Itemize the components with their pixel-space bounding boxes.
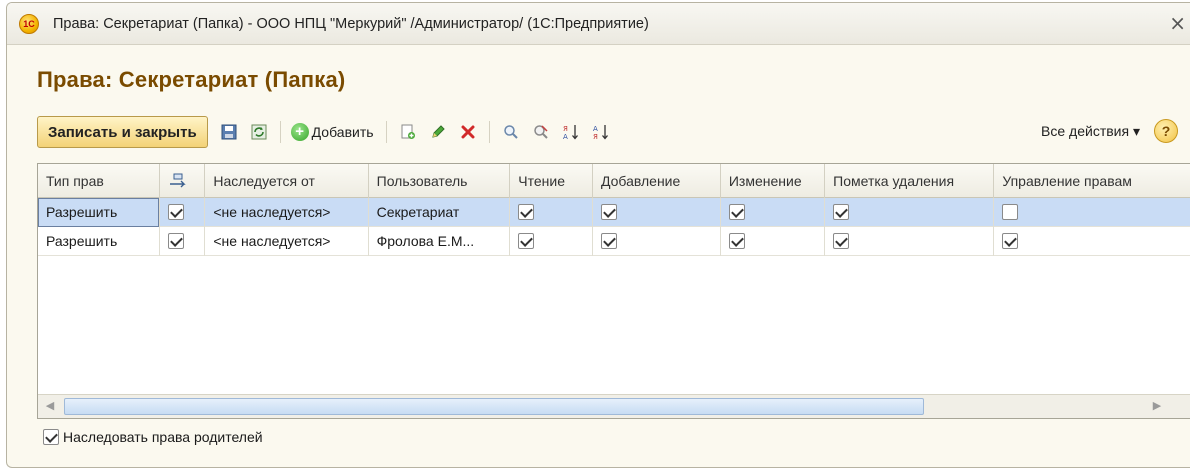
app-logo-icon: 1С <box>19 13 39 34</box>
manage-rights-cell <box>994 227 1190 256</box>
table-row[interactable]: Разрешить <не наследуется> Фролова Е.М... <box>38 227 1190 256</box>
user-cell[interactable]: Фролова Е.М... <box>369 227 511 256</box>
svg-text:Я: Я <box>563 125 568 133</box>
inherited-from-cell[interactable]: <не наследуется> <box>205 198 369 227</box>
column-header-change[interactable]: Изменение <box>721 164 826 198</box>
manage-rights-cell <box>994 198 1190 227</box>
command-bar: Записать и закрыть + Добавить Я А А Я Вс… <box>37 115 1190 149</box>
table-header: Тип прав Наследуется от Пользователь Чте… <box>38 164 1190 198</box>
toolbar-separator <box>385 121 387 143</box>
table-body: Разрешить <не наследуется> Секретариат Разр… <box>38 198 1190 256</box>
delete-icon[interactable] <box>459 123 477 141</box>
column-header-user[interactable]: Пользователь <box>369 164 511 198</box>
scroll-right-icon[interactable]: ▶ <box>1145 395 1169 418</box>
read-cell <box>510 198 593 227</box>
scroll-left-icon[interactable]: ◀ <box>38 395 62 418</box>
inherit-flag-cell <box>160 227 206 256</box>
column-header-mark-delete[interactable]: Пометка удаления <box>825 164 995 198</box>
horizontal-scrollbar[interactable]: ◀ ▶ <box>38 394 1190 418</box>
help-icon[interactable]: ? <box>1154 119 1178 143</box>
manage-rights-checkbox[interactable] <box>1002 233 1019 249</box>
add-icon: + <box>290 123 309 141</box>
inherit-parent-label: Наследовать права родителей <box>63 429 263 445</box>
inherit-parent-rights[interactable]: Наследовать права родителей <box>43 429 263 445</box>
add-cell <box>593 227 721 256</box>
column-header-inherit-flag[interactable] <box>160 164 206 198</box>
mark-delete-checkbox[interactable] <box>833 204 850 220</box>
inherit-parent-checkbox[interactable] <box>43 429 59 445</box>
manage-rights-checkbox[interactable] <box>1002 204 1019 220</box>
inheritance-icon <box>170 173 186 188</box>
read-checkbox[interactable] <box>518 204 535 220</box>
rights-table[interactable]: Тип прав Наследуется от Пользователь Чте… <box>37 163 1190 419</box>
save-icon[interactable] <box>220 123 238 141</box>
window-title: Права: Секретариат (Папка) - ООО НПЦ "Ме… <box>53 15 649 32</box>
mark-delete-checkbox[interactable] <box>833 233 850 249</box>
svg-text:Я: Я <box>593 133 598 141</box>
page-title: Права: Секретариат (Папка) <box>37 67 346 92</box>
rights-type-cell[interactable]: Разрешить <box>38 198 160 227</box>
add-button-label: Добавить <box>311 124 374 140</box>
add-button[interactable]: + Добавить <box>290 123 374 141</box>
refresh-icon[interactable] <box>250 123 268 141</box>
search-icon[interactable] <box>502 123 520 141</box>
scrollbar-thumb[interactable] <box>64 398 924 415</box>
copy-icon[interactable] <box>399 123 417 141</box>
change-cell <box>721 227 826 256</box>
all-actions-menu[interactable]: Все действия ▾ <box>1041 123 1140 140</box>
rights-window: 1С Права: Секретариат (Папка) - ООО НПЦ … <box>6 2 1190 468</box>
svg-text:А: А <box>593 125 598 133</box>
mark-delete-cell <box>825 198 995 227</box>
toolbar-separator <box>488 121 490 143</box>
svg-text:А: А <box>563 133 568 141</box>
sort-asc-icon[interactable]: АЯ <box>592 123 610 141</box>
inherit-flag-cell <box>160 198 206 227</box>
rights-type-cell[interactable]: Разрешить <box>38 227 160 256</box>
column-header-read[interactable]: Чтение <box>510 164 593 198</box>
edit-icon[interactable] <box>429 123 447 141</box>
user-cell[interactable]: Секретариат <box>369 198 511 227</box>
inherit-flag-checkbox[interactable] <box>168 204 184 220</box>
title-bar: 1С Права: Секретариат (Папка) - ООО НПЦ … <box>7 3 1190 45</box>
close-icon[interactable]: × <box>1169 12 1186 34</box>
change-checkbox[interactable] <box>728 204 745 220</box>
add-checkbox[interactable] <box>600 204 617 220</box>
mark-delete-cell <box>825 227 995 256</box>
column-header-add[interactable]: Добавление <box>593 164 721 198</box>
read-checkbox[interactable] <box>518 233 535 249</box>
column-header-inherited-from[interactable]: Наследуется от <box>205 164 369 198</box>
clear-search-icon[interactable] <box>532 123 550 141</box>
change-checkbox[interactable] <box>728 233 745 249</box>
change-cell <box>721 198 826 227</box>
inherited-from-cell[interactable]: <не наследуется> <box>205 227 369 256</box>
add-cell <box>593 198 721 227</box>
column-header-rights-type[interactable]: Тип прав <box>38 164 160 198</box>
add-checkbox[interactable] <box>600 233 617 249</box>
sort-desc-icon[interactable]: ЯА <box>562 123 580 141</box>
save-and-close-button[interactable]: Записать и закрыть <box>37 116 208 148</box>
column-header-manage-rights[interactable]: Управление правам <box>994 164 1190 198</box>
inherit-flag-checkbox[interactable] <box>168 233 184 249</box>
toolbar-separator <box>279 121 281 143</box>
table-row[interactable]: Разрешить <не наследуется> Секретариат <box>38 198 1190 227</box>
read-cell <box>510 227 593 256</box>
